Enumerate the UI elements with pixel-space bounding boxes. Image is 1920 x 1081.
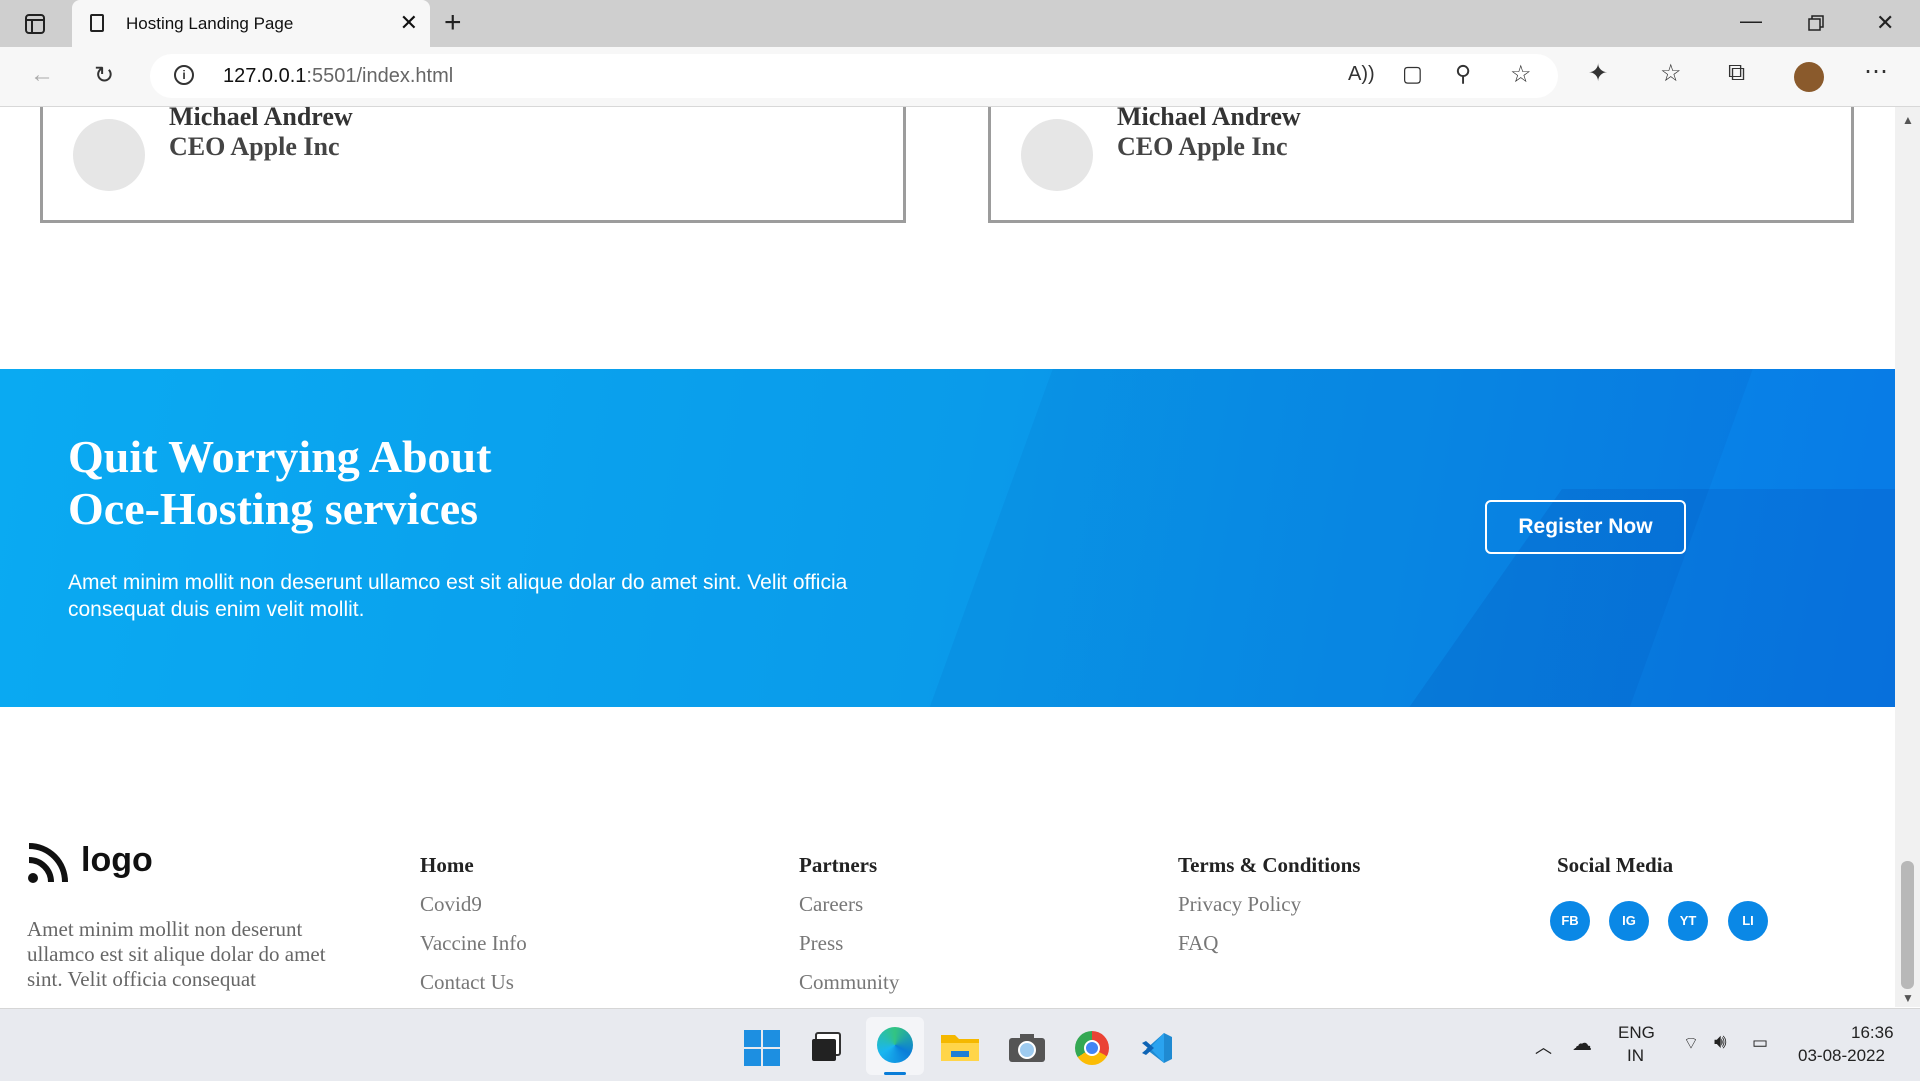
file-explorer-icon[interactable] xyxy=(941,1031,979,1063)
cta-description: Amet minim mollit non deserunt ullamco e… xyxy=(68,571,848,621)
url-path: :5501/index.html xyxy=(306,65,454,87)
cta-heading-line1: Quit Worrying About xyxy=(68,431,492,482)
battery-icon[interactable]: ▭ xyxy=(1752,1033,1768,1053)
new-tab-icon[interactable]: + xyxy=(444,6,462,40)
immersive-reader-icon[interactable]: ▢ xyxy=(1402,61,1423,87)
testimonial-name: Michael Andrew xyxy=(1117,107,1301,131)
scrollbar-thumb[interactable] xyxy=(1901,861,1914,989)
testimonial-card: Michael Andrew CEO Apple Inc xyxy=(988,107,1854,223)
footer-description: Amet minim mollit non deserunt ullamco e… xyxy=(27,917,326,991)
browser-toolbar: ← ↻ i 127.0.0.1:5501/index.html A)) ▢ ⚲ … xyxy=(0,47,1920,107)
read-aloud-icon[interactable]: A)) xyxy=(1348,63,1375,86)
site-info-icon[interactable]: i xyxy=(174,65,194,85)
close-window-icon[interactable]: ✕ xyxy=(1876,10,1894,36)
cta-heading-line2: Oce-Hosting services xyxy=(68,483,479,534)
footer-link[interactable]: Vaccine Info xyxy=(420,931,527,970)
vertical-scrollbar[interactable]: ▲ ▼ xyxy=(1895,107,1920,1007)
logo-icon xyxy=(28,843,68,883)
footer-link[interactable]: FAQ xyxy=(1178,931,1360,970)
footer-heading: Terms & Conditions xyxy=(1178,853,1361,877)
footer-column-terms: Terms & Conditions Privacy Policy FAQ xyxy=(1178,853,1360,970)
task-view-icon[interactable] xyxy=(810,1031,842,1063)
footer-heading: Partners xyxy=(799,853,878,877)
volume-icon[interactable]: 🔊︎ xyxy=(1714,1031,1727,1054)
cta-heading: Quit Worrying About Oce-Hosting services xyxy=(68,431,491,535)
browser-tab-strip: Hosting Landing Page ✕ + — ✕ xyxy=(0,0,1920,47)
restore-icon[interactable] xyxy=(1808,15,1824,31)
language-code[interactable]: ENG xyxy=(1618,1023,1655,1043)
favorites-icon[interactable]: ☆ xyxy=(1660,59,1682,88)
youtube-icon[interactable]: YT xyxy=(1668,901,1708,941)
extensions-icon[interactable]: ✦ xyxy=(1588,59,1608,88)
footer-link[interactable]: Careers xyxy=(799,892,899,931)
register-button[interactable]: Register Now xyxy=(1485,500,1686,554)
add-favorite-icon[interactable]: ☆ xyxy=(1510,60,1532,89)
testimonial-role: CEO Apple Inc xyxy=(1117,132,1288,161)
testimonial-role: CEO Apple Inc xyxy=(169,132,340,161)
onedrive-icon[interactable]: ☁ xyxy=(1572,1031,1592,1056)
url-host: 127.0.0.1 xyxy=(223,65,307,87)
footer-link[interactable]: Community xyxy=(799,970,899,1007)
address-bar[interactable]: i 127.0.0.1:5501/index.html A)) ▢ ⚲ ☆ xyxy=(150,54,1558,98)
footer-link[interactable]: Covid9 xyxy=(420,892,527,931)
clock-time[interactable]: 16:36 xyxy=(1851,1023,1894,1043)
logo-text: logo xyxy=(81,841,153,879)
facebook-icon[interactable]: FB xyxy=(1550,901,1590,941)
footer-column-home: Home Covid9 Vaccine Info Contact Us xyxy=(420,853,527,1007)
tab-title: Hosting Landing Page xyxy=(126,14,294,33)
close-tab-icon[interactable]: ✕ xyxy=(400,10,418,36)
minimize-icon[interactable]: — xyxy=(1740,8,1762,34)
footer-link[interactable]: Press xyxy=(799,931,899,970)
back-icon[interactable]: ← xyxy=(30,61,54,89)
taskbar: ︿ ☁ ENG IN ⌔ 🔊︎ ▭ 16:36 03-08-2022 xyxy=(0,1008,1920,1081)
camera-icon[interactable] xyxy=(1008,1033,1046,1063)
zoom-out-icon[interactable]: ⚲ xyxy=(1455,61,1471,87)
testimonial-card: Michael Andrew CEO Apple Inc xyxy=(40,107,906,223)
clock-date[interactable]: 03-08-2022 xyxy=(1798,1046,1885,1066)
footer-link[interactable]: Contact Us xyxy=(420,970,527,1007)
language-region[interactable]: IN xyxy=(1627,1046,1644,1066)
scroll-down-icon[interactable]: ▼ xyxy=(1902,991,1914,1005)
more-menu-icon[interactable]: ⋯ xyxy=(1864,57,1888,86)
wifi-icon[interactable]: ⌔ xyxy=(1683,1033,1699,1054)
avatar xyxy=(73,119,145,191)
footer-heading: Home xyxy=(420,853,474,877)
tab-actions-icon[interactable] xyxy=(25,14,45,34)
footer-heading: Social Media xyxy=(1557,853,1674,877)
instagram-icon[interactable]: IG xyxy=(1609,901,1649,941)
page-viewport: Michael Andrew CEO Apple Inc Michael And… xyxy=(0,107,1895,1007)
footer-column-partners: Partners Careers Press Community xyxy=(799,853,899,1007)
linkedin-icon[interactable]: LI xyxy=(1728,901,1768,941)
scroll-up-icon[interactable]: ▲ xyxy=(1902,113,1914,127)
url-text: 127.0.0.1:5501/index.html xyxy=(223,65,453,88)
profile-avatar[interactable] xyxy=(1794,62,1824,92)
testimonial-name: Michael Andrew xyxy=(169,107,353,131)
start-icon[interactable] xyxy=(744,1030,780,1066)
vscode-icon[interactable] xyxy=(1140,1031,1174,1065)
browser-tab[interactable]: Hosting Landing Page ✕ xyxy=(72,0,430,47)
edge-icon[interactable] xyxy=(866,1017,924,1075)
page-icon xyxy=(90,14,104,32)
footer-link[interactable]: Privacy Policy xyxy=(1178,892,1360,931)
chevron-up-icon[interactable]: ︿ xyxy=(1535,1033,1552,1058)
chrome-icon[interactable] xyxy=(1075,1031,1109,1065)
cta-banner: Quit Worrying About Oce-Hosting services … xyxy=(0,369,1895,707)
footer: logo Amet minim mollit non deserunt ulla… xyxy=(0,707,1895,1007)
avatar xyxy=(1021,119,1093,191)
collections-icon[interactable]: ⧉ xyxy=(1728,59,1745,87)
refresh-icon[interactable]: ↻ xyxy=(94,61,114,90)
footer-column-social: Social Media xyxy=(1557,853,1673,892)
